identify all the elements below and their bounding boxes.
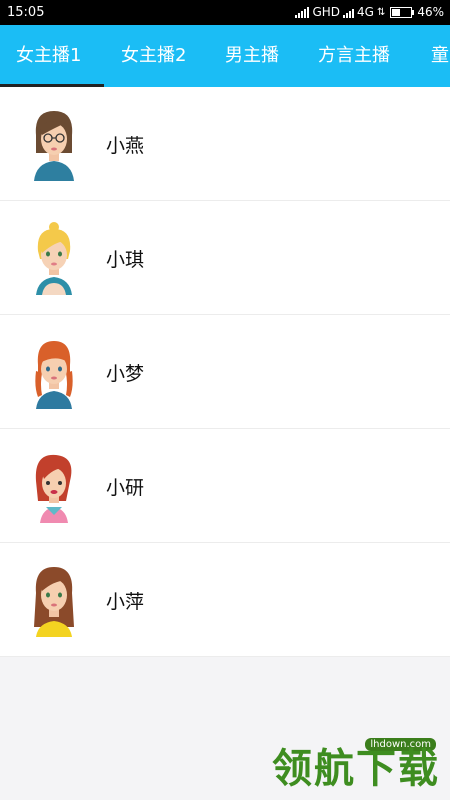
battery-icon [390,6,415,18]
anchor-list: 小燕 小琪 小梦 小研 小萍 [0,87,450,657]
list-item[interactable]: 小萍 [0,543,450,657]
tab-female-anchor-1[interactable]: 女主播1 [16,25,81,87]
tab-dialect-anchor[interactable]: 方言主播 [318,25,390,87]
list-item[interactable]: 小研 [0,429,450,543]
network-label: GHD [312,5,340,19]
signal-icon [295,6,310,18]
anchor-name: 小研 [106,477,145,499]
tab-male-anchor[interactable]: 男主播 [225,25,279,87]
tab-female-anchor-2[interactable]: 女主播2 [121,25,186,87]
female-avatar-blonde-icon [36,222,72,295]
battery-percent: 46% [417,5,444,19]
tab-child-anchor[interactable]: 童 [431,25,449,87]
network-type: 4G [357,5,374,19]
watermark-text: 领航下载 [272,746,440,792]
watermark-logo: lhdown.com 领航下载 [250,736,440,794]
anchor-name: 小梦 [106,363,145,385]
list-item[interactable]: 小梦 [0,315,450,429]
female-avatar-brownhair-icon [34,567,74,637]
female-avatar-braids-icon [35,341,73,409]
anchor-name: 小燕 [106,135,145,157]
tab-bar: 女主播1 女主播2 男主播 方言主播 童 [0,25,450,87]
status-bar: 15:05 GHD 4G ⇅ 46% [0,0,450,25]
female-avatar-glasses-icon [34,111,74,181]
status-indicators: GHD 4G ⇅ 46% [295,5,444,19]
list-item[interactable]: 小燕 [0,87,450,201]
female-avatar-redhair-icon [35,454,72,523]
anchor-name: 小萍 [106,591,145,613]
anchor-name: 小琪 [106,249,145,271]
signal-icon-2 [343,7,354,18]
status-time: 15:05 [7,5,45,20]
list-item[interactable]: 小琪 [0,201,450,315]
data-transfer-icon: ⇅ [376,6,386,18]
